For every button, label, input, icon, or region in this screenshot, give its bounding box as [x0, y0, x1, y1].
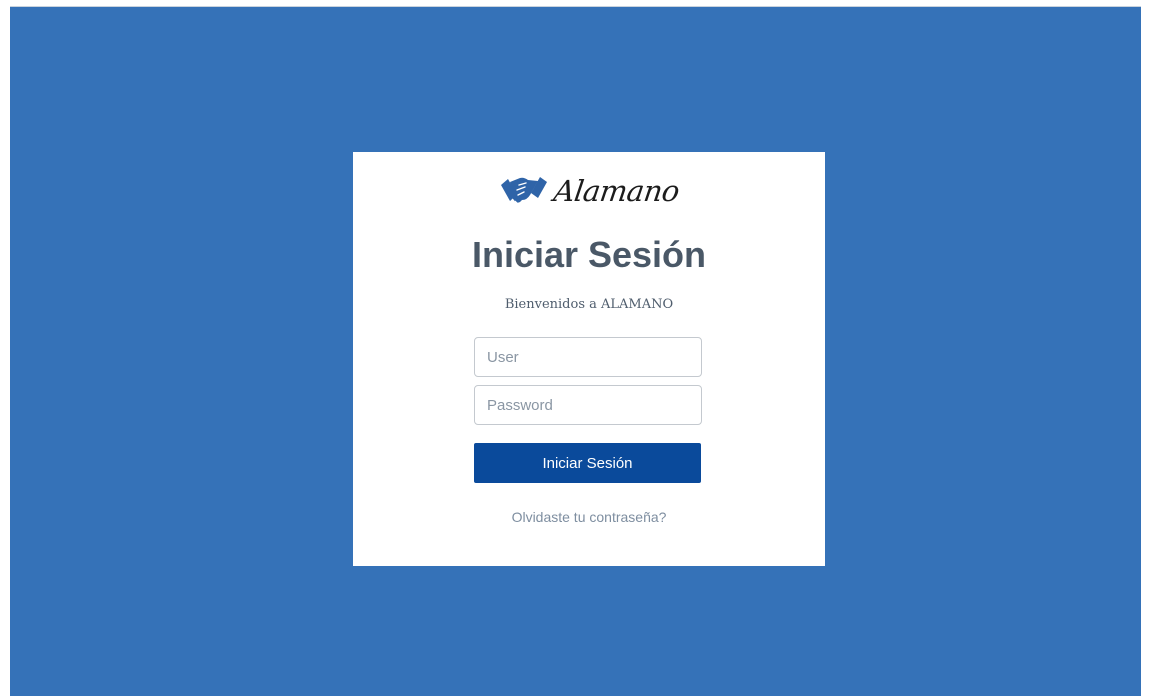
brand-name: Alamano	[551, 173, 681, 208]
login-button[interactable]: Iniciar Sesión	[474, 443, 701, 483]
welcome-subtitle: Bienvenidos a ALAMANO	[504, 297, 674, 312]
password-input[interactable]	[474, 385, 702, 425]
user-input[interactable]	[474, 337, 702, 377]
page-background: Alamano Iniciar Sesión Bienvenidos a ALA…	[10, 6, 1141, 696]
forgot-password-link[interactable]: Olvidaste tu contraseña?	[353, 507, 825, 527]
login-card: Alamano Iniciar Sesión Bienvenidos a ALA…	[353, 152, 825, 566]
page-title: Iniciar Sesión	[471, 234, 707, 275]
handshake-icon	[500, 177, 547, 204]
brand-header: Alamano	[353, 169, 825, 213]
